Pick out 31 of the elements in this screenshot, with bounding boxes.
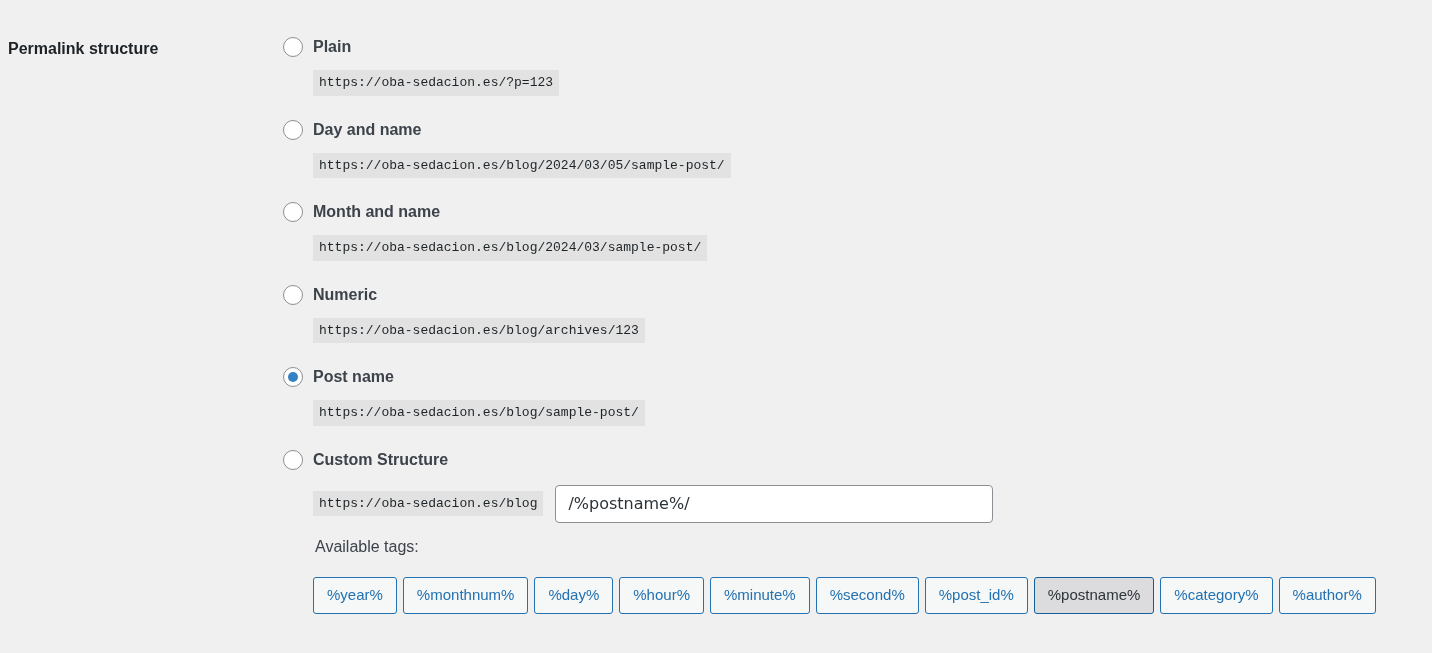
url-example: https://oba-sedacion.es/blog/archives/123	[313, 317, 645, 343]
url-example: https://oba-sedacion.es/?p=123	[313, 70, 560, 96]
radio-button[interactable]	[283, 367, 303, 387]
radio-button[interactable]	[283, 119, 303, 140]
tag-button[interactable]: %year%	[313, 576, 397, 614]
radio-button[interactable]	[283, 449, 303, 470]
tag-button[interactable]: %day%	[534, 576, 614, 614]
option-label: Post name	[313, 367, 394, 387]
available-tags-label: Available tags:	[315, 536, 419, 557]
tag-button[interactable]: %minute%	[709, 576, 810, 614]
option-label: Custom Structure	[313, 449, 449, 470]
radio-button[interactable]	[283, 37, 303, 57]
url-prefix: https://oba-sedacion.es/blog	[313, 490, 544, 517]
tag-button[interactable]: %post_id%	[924, 576, 1028, 614]
section-label: Permalink structure	[8, 40, 159, 57]
tag-button[interactable]: %category%	[1160, 576, 1273, 614]
radio-button[interactable]	[283, 202, 303, 222]
tag-button[interactable]: %monthnum%	[402, 576, 529, 614]
custom-structure-field[interactable]: /%postname%/	[555, 484, 994, 523]
tag-button[interactable]: %hour%	[619, 576, 704, 614]
tag-button[interactable]: %author%	[1278, 576, 1376, 614]
option-label: Numeric	[313, 284, 378, 305]
url-example: https://oba-sedacion.es/blog/sample-post/	[313, 400, 645, 426]
tag-button[interactable]: %postname%	[1033, 576, 1155, 614]
option-label: Month and name	[313, 202, 441, 222]
tag-button[interactable]: %second%	[815, 576, 919, 614]
option-label: Plain	[313, 37, 352, 57]
url-example: https://oba-sedacion.es/blog/2024/03/sample-post/	[313, 235, 708, 261]
radio-button[interactable]	[283, 284, 303, 305]
option-label: Day and name	[313, 119, 422, 140]
url-example: https://oba-sedacion.es/blog/2024/03/05/sample-post/	[313, 152, 731, 178]
